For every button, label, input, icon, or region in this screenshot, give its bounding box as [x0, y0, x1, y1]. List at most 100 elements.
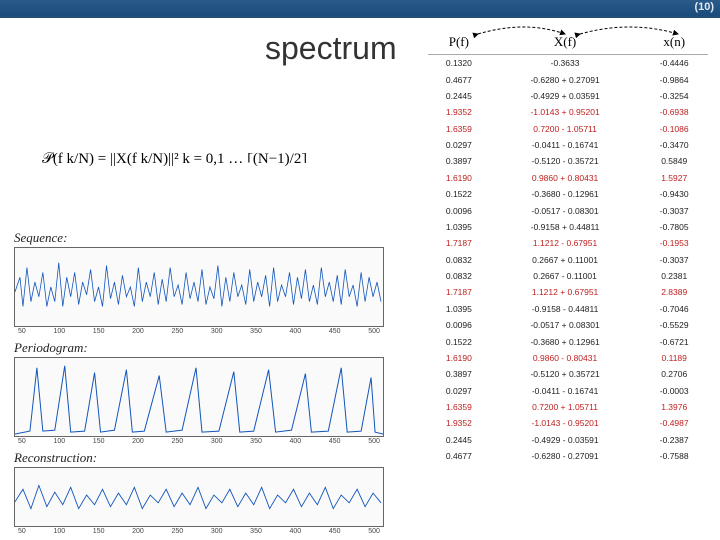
table-row: 1.9352-1.0143 - 0.95201-0.4987 [428, 415, 708, 431]
reconstruction-chart [14, 467, 384, 527]
table-cell: 0.3897 [428, 153, 490, 169]
table-cell: 0.2667 - 0.11001 [490, 268, 641, 284]
table-cell: 1.6190 [428, 170, 490, 186]
sequence-label: Sequence: [14, 230, 67, 246]
table-row: 0.0297-0.0411 - 0.16741-0.3470 [428, 137, 708, 153]
table-cell: -0.3680 - 0.12961 [490, 186, 641, 202]
table-cell: -0.0411 - 0.16741 [490, 137, 641, 153]
table-cell: 1.7187 [428, 235, 490, 251]
table-cell: -0.9864 [640, 71, 708, 87]
table-row: 0.0096-0.0517 + 0.08301-0.5529 [428, 317, 708, 333]
slide-number: (10) [694, 1, 714, 13]
table-cell: -0.2387 [640, 432, 708, 448]
sequence-xaxis: 50100150200250300350400450500 [14, 328, 384, 335]
table-cell: 0.5849 [640, 153, 708, 169]
table-row: 0.4677-0.6280 - 0.27091-0.7588 [428, 448, 708, 464]
periodogram-label: Periodogram: [14, 340, 88, 356]
table-cell: -0.4929 - 0.03591 [490, 432, 641, 448]
table-cell: 1.0395 [428, 219, 490, 235]
table-cell: -0.9158 + 0.44811 [490, 219, 641, 235]
table-cell: 0.9860 + 0.80431 [490, 170, 641, 186]
table-cell: -0.6280 + 0.27091 [490, 71, 641, 87]
col-header-xn: x(n) [640, 30, 708, 55]
table-cell: 1.0395 [428, 301, 490, 317]
table-cell: 1.9352 [428, 104, 490, 120]
table-row: 1.61900.9860 - 0.804310.1189 [428, 350, 708, 366]
reconstruction-label: Reconstruction: [14, 450, 97, 466]
table-row: 1.0395-0.9158 + 0.44811-0.7805 [428, 219, 708, 235]
table-cell: -0.0517 - 0.08301 [490, 202, 641, 218]
table-cell: 1.9352 [428, 415, 490, 431]
col-header-pf: P(f) [428, 30, 490, 55]
table-cell: -0.3037 [640, 252, 708, 268]
table-cell: -0.7046 [640, 301, 708, 317]
table-row: 1.71871.1212 - 0.67951-0.1953 [428, 235, 708, 251]
table-cell: 0.0832 [428, 268, 490, 284]
table-row: 1.63590.7200 + 1.057111.3976 [428, 399, 708, 415]
table-cell: 0.7200 - 1.05711 [490, 121, 641, 137]
table-cell: -0.3470 [640, 137, 708, 153]
formula: 𝒫(f k/N) = ||X(f k/N)||² k = 0,1 … ⌈(N−1… [42, 150, 307, 168]
table-cell: -0.0003 [640, 383, 708, 399]
table-cell: -0.0411 - 0.16741 [490, 383, 641, 399]
table-cell: -0.7588 [640, 448, 708, 464]
table-row: 0.0297-0.0411 - 0.16741-0.0003 [428, 383, 708, 399]
table-cell: -1.0143 + 0.95201 [490, 104, 641, 120]
table-cell: -0.5120 + 0.35721 [490, 366, 641, 382]
table-cell: 0.2706 [640, 366, 708, 382]
table-row: 1.61900.9860 + 0.804311.5927 [428, 170, 708, 186]
table-row: 0.2445-0.4929 + 0.03591-0.3254 [428, 88, 708, 104]
table-cell: -0.3254 [640, 88, 708, 104]
table-cell: -0.3037 [640, 202, 708, 218]
periodogram-chart [14, 357, 384, 437]
table-cell: -0.0517 + 0.08301 [490, 317, 641, 333]
table-cell: 0.2445 [428, 432, 490, 448]
table-cell: -0.9158 - 0.44811 [490, 301, 641, 317]
table-cell: 0.2381 [640, 268, 708, 284]
col-header-xf: X(f) [490, 30, 641, 55]
table-cell: -0.4446 [640, 55, 708, 72]
table-cell: -0.9430 [640, 186, 708, 202]
table-cell: -0.1086 [640, 121, 708, 137]
table-cell: 0.1522 [428, 333, 490, 349]
table-row: 0.1320-0.3633-0.4446 [428, 55, 708, 72]
table-row: 0.4677-0.6280 + 0.27091-0.9864 [428, 71, 708, 87]
table-row: 0.3897-0.5120 + 0.357210.2706 [428, 366, 708, 382]
table-row: 0.08320.2667 - 0.110010.2381 [428, 268, 708, 284]
title-bar: (10) [0, 0, 720, 18]
reconstruction-xaxis: 50100150200250300350400450500 [14, 528, 384, 535]
table-cell: 1.3976 [640, 399, 708, 415]
table-row: 1.0395-0.9158 - 0.44811-0.7046 [428, 301, 708, 317]
table-cell: -0.1953 [640, 235, 708, 251]
table-cell: 0.1189 [640, 350, 708, 366]
table-row: 1.9352-1.0143 + 0.95201-0.6938 [428, 104, 708, 120]
table-cell: 1.7187 [428, 284, 490, 300]
table-cell: 1.1212 - 0.67951 [490, 235, 641, 251]
table-cell: -1.0143 - 0.95201 [490, 415, 641, 431]
table-cell: 0.0297 [428, 383, 490, 399]
table-row: 0.0096-0.0517 - 0.08301-0.3037 [428, 202, 708, 218]
table-cell: -0.3680 + 0.12961 [490, 333, 641, 349]
table-cell: 0.4677 [428, 448, 490, 464]
table-cell: 0.0096 [428, 317, 490, 333]
table-cell: 0.1522 [428, 186, 490, 202]
table-cell: -0.4987 [640, 415, 708, 431]
table-cell: 1.6359 [428, 399, 490, 415]
table-cell: 0.0297 [428, 137, 490, 153]
table-cell: 1.1212 + 0.67951 [490, 284, 641, 300]
table-cell: -0.6721 [640, 333, 708, 349]
table-row: 0.1522-0.3680 + 0.12961-0.6721 [428, 333, 708, 349]
table-row: 0.08320.2667 + 0.11001-0.3037 [428, 252, 708, 268]
table-cell: -0.3633 [490, 55, 641, 72]
periodogram-xaxis: 50100150200250300350400450500 [14, 438, 384, 445]
table-cell: 0.2667 + 0.11001 [490, 252, 641, 268]
table-cell: -0.6280 - 0.27091 [490, 448, 641, 464]
table-row: 1.71871.1212 + 0.679512.8389 [428, 284, 708, 300]
table-row: 1.63590.7200 - 1.05711-0.1086 [428, 121, 708, 137]
table-cell: 1.5927 [640, 170, 708, 186]
table-cell: -0.4929 + 0.03591 [490, 88, 641, 104]
table-cell: 0.2445 [428, 88, 490, 104]
table-cell: 0.4677 [428, 71, 490, 87]
table-row: 0.3897-0.5120 - 0.357210.5849 [428, 153, 708, 169]
table-cell: 2.8389 [640, 284, 708, 300]
